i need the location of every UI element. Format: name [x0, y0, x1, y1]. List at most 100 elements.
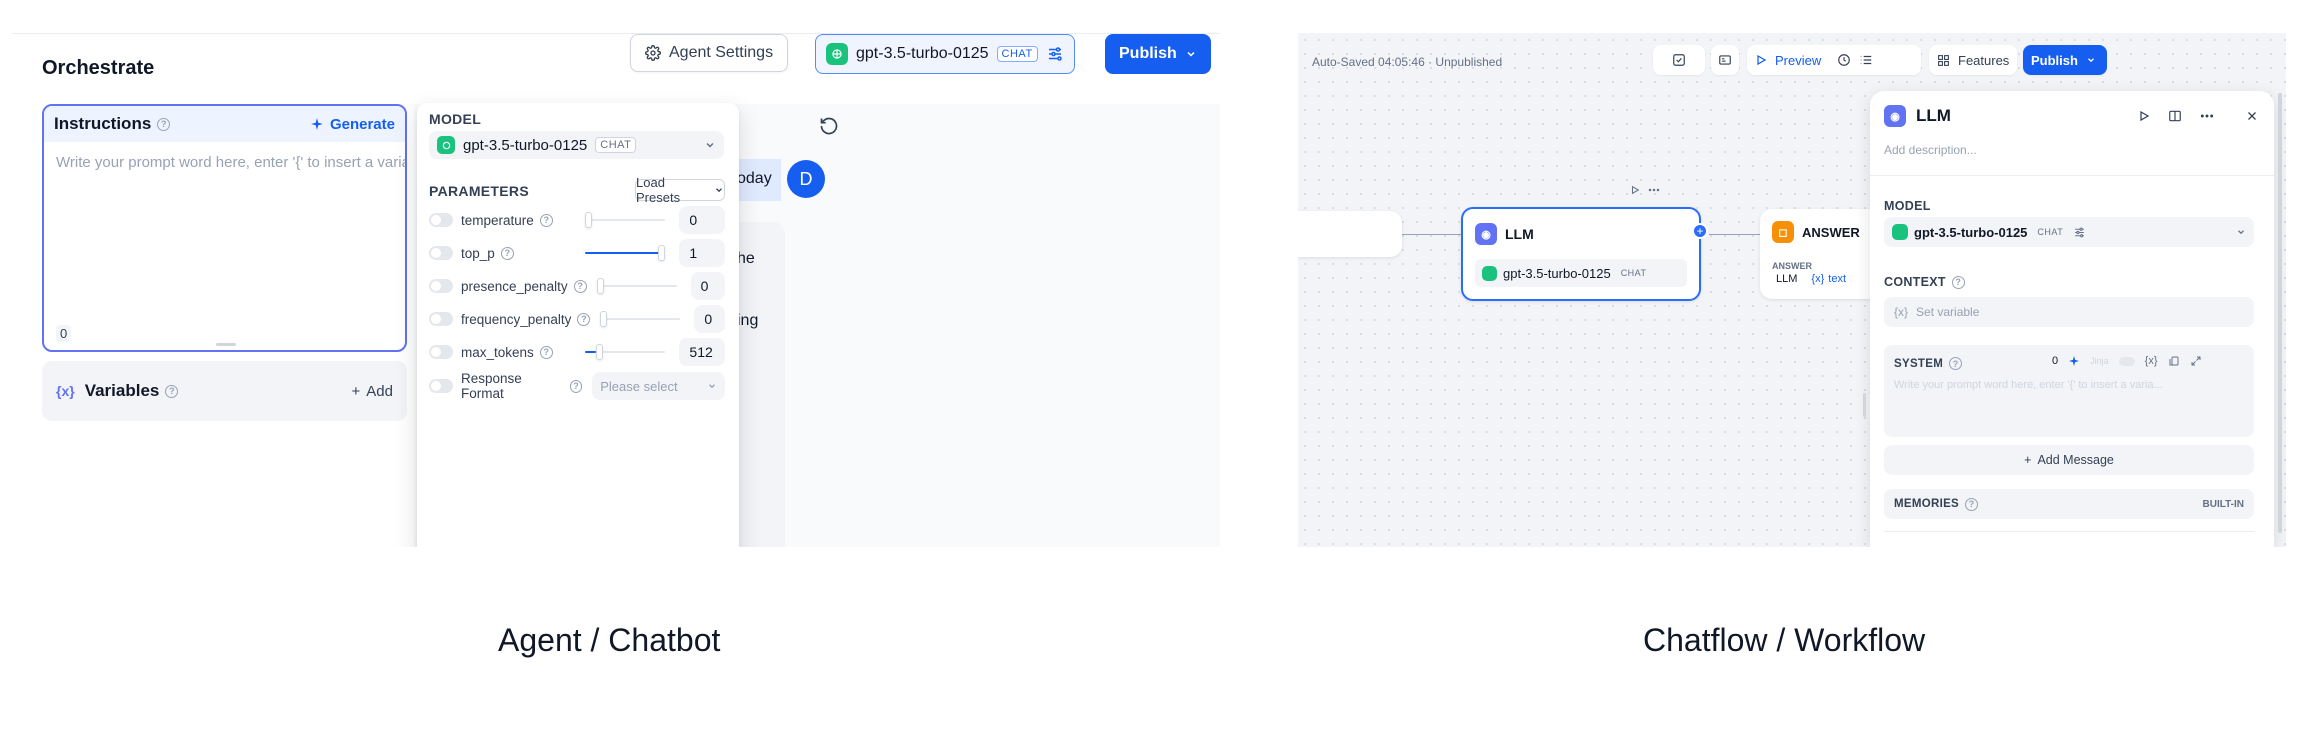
help-icon[interactable]: ? — [1951, 275, 1965, 289]
param-slider[interactable] — [596, 278, 677, 294]
help-icon[interactable]: ? — [569, 379, 583, 393]
param-toggle[interactable] — [429, 279, 453, 293]
add-variable-button[interactable]: + Add — [352, 383, 393, 400]
divider — [1870, 175, 2274, 176]
slider-thumb[interactable] — [595, 344, 603, 360]
sparkle-icon — [310, 117, 324, 131]
help-icon[interactable]: ? — [573, 279, 587, 293]
param-value-input[interactable]: 0 — [679, 206, 725, 234]
split-view-icon[interactable] — [2168, 109, 2182, 123]
add-next-node-handle[interactable]: + — [1692, 223, 1708, 239]
param-label: temperature — [461, 212, 534, 228]
sliders-icon[interactable] — [2073, 226, 2086, 239]
list-icon[interactable] — [1859, 53, 1873, 67]
more-icon[interactable] — [1648, 185, 1660, 195]
agent-settings-button[interactable]: Agent Settings — [630, 34, 789, 72]
jinja-toggle[interactable] — [2118, 356, 2135, 366]
model-mode-badge: CHAT — [2037, 227, 2064, 237]
features-button[interactable]: Features — [1929, 45, 2017, 75]
publish-label: Publish — [1119, 45, 1177, 62]
context-label: CONTEXT — [1884, 275, 1946, 289]
ref-var-name: text — [1828, 273, 1846, 285]
add-message-button[interactable]: + Add Message — [1884, 445, 2254, 475]
plus-icon: + — [351, 382, 361, 400]
play-icon[interactable] — [2138, 110, 2150, 122]
llm-node[interactable]: ◉ LLM gpt-3.5-turbo-0125 CHAT + — [1461, 207, 1708, 301]
variables-title: Variables — [84, 381, 160, 400]
slider-thumb[interactable] — [585, 212, 593, 228]
help-icon[interactable]: ? — [165, 384, 179, 398]
preview-button[interactable]: Preview — [1775, 53, 1821, 68]
slider-thumb[interactable] — [658, 245, 666, 261]
workflow-canvas[interactable]: Auto-Saved 04:05:46 · Unpublished Previe… — [1298, 33, 2286, 547]
param-toggle[interactable] — [429, 213, 453, 227]
answer-variable-ref: LLM {x} text — [1776, 273, 1846, 285]
scrollbar[interactable] — [2278, 93, 2282, 533]
resize-handle[interactable] — [1863, 393, 1866, 417]
publish-button[interactable]: Publish — [1105, 34, 1211, 74]
param-toggle[interactable] — [429, 379, 453, 393]
help-icon[interactable]: ? — [157, 117, 171, 131]
param-slider[interactable] — [585, 212, 666, 228]
help-icon[interactable]: ? — [539, 213, 553, 227]
memories-row[interactable]: MEMORIES ? BUILT-IN — [1884, 489, 2254, 519]
model-label: MODEL — [429, 111, 482, 127]
load-presets-label: Load Presets — [636, 175, 681, 205]
workflow-publish-button[interactable]: Publish — [2023, 45, 2107, 75]
param-slider[interactable] — [585, 344, 666, 360]
inspector-model-select[interactable]: gpt-3.5-turbo-0125 CHAT — [1884, 217, 2254, 247]
param-toggle[interactable] — [429, 345, 453, 359]
param-toggle[interactable] — [429, 246, 453, 260]
close-icon[interactable] — [2246, 110, 2258, 122]
copy-icon[interactable] — [2168, 355, 2180, 367]
param-value-input[interactable]: 0 — [690, 272, 725, 300]
description-input[interactable]: Add description... — [1884, 143, 1977, 157]
load-presets-button[interactable]: Load Presets — [635, 175, 725, 205]
help-icon[interactable]: ? — [1965, 497, 1979, 511]
instructions-textarea[interactable]: Write your prompt word here, enter '{' t… — [44, 142, 405, 183]
slider-thumb[interactable] — [596, 278, 604, 294]
refresh-icon[interactable] — [819, 116, 839, 136]
resize-handle[interactable] — [216, 343, 236, 346]
param-row-presence-penalty: presence_penalty? 0 — [429, 271, 725, 301]
param-name: max_tokens? — [461, 345, 575, 360]
play-icon[interactable] — [1630, 185, 1640, 195]
add-label: Add — [366, 382, 393, 400]
param-label: max_tokens — [461, 344, 534, 360]
slider-thumb[interactable] — [600, 311, 608, 327]
expand-icon[interactable] — [2190, 355, 2202, 367]
model-selector-button[interactable]: gpt-3.5-turbo-0125 CHAT — [815, 34, 1075, 74]
variable-icon[interactable]: {x} — [2145, 355, 2158, 367]
response-format-select[interactable]: Please select — [592, 372, 725, 400]
param-value-input[interactable]: 1 — [679, 239, 725, 267]
context-variable-input[interactable]: {x} Set variable — [1884, 297, 2254, 327]
param-name: Response Format ? — [461, 371, 583, 401]
model-select[interactable]: gpt-3.5-turbo-0125 CHAT — [429, 131, 724, 159]
system-prompt-textarea[interactable]: Write your prompt word here, enter '{' t… — [1894, 379, 2163, 391]
sparkle-icon[interactable] — [2068, 355, 2080, 367]
param-toggle[interactable] — [429, 312, 453, 326]
llm-inspector-panel: ◉ LLM Add description... MODEL gpt-3.5-t… — [1870, 91, 2274, 547]
generate-button[interactable]: Generate — [310, 116, 395, 133]
help-icon[interactable]: ? — [500, 246, 514, 260]
param-slider[interactable] — [600, 311, 681, 327]
context-label-row: CONTEXT ? — [1884, 275, 1965, 289]
autosave-status: Auto-Saved 04:05:46 · Unpublished — [1312, 55, 1503, 69]
history-icon[interactable] — [1837, 53, 1851, 67]
env-button[interactable] — [1711, 45, 1739, 75]
checklist-icon[interactable] — [1672, 53, 1686, 67]
more-icon[interactable] — [2200, 112, 2214, 120]
start-node[interactable] — [1298, 211, 1402, 257]
edge — [1402, 234, 1464, 235]
help-icon[interactable]: ? — [539, 345, 553, 359]
param-value-input[interactable]: 512 — [679, 338, 725, 366]
help-icon[interactable]: ? — [577, 312, 591, 326]
param-name: frequency_penalty? — [461, 312, 591, 327]
help-icon[interactable]: ? — [1949, 357, 1963, 370]
param-slider[interactable] — [585, 245, 666, 261]
param-value-input[interactable]: 0 — [694, 305, 725, 333]
variable-icon: {x} — [1894, 305, 1909, 319]
edge — [1709, 234, 1761, 235]
play-icon — [1755, 54, 1767, 66]
chevron-down-icon — [1185, 48, 1197, 60]
